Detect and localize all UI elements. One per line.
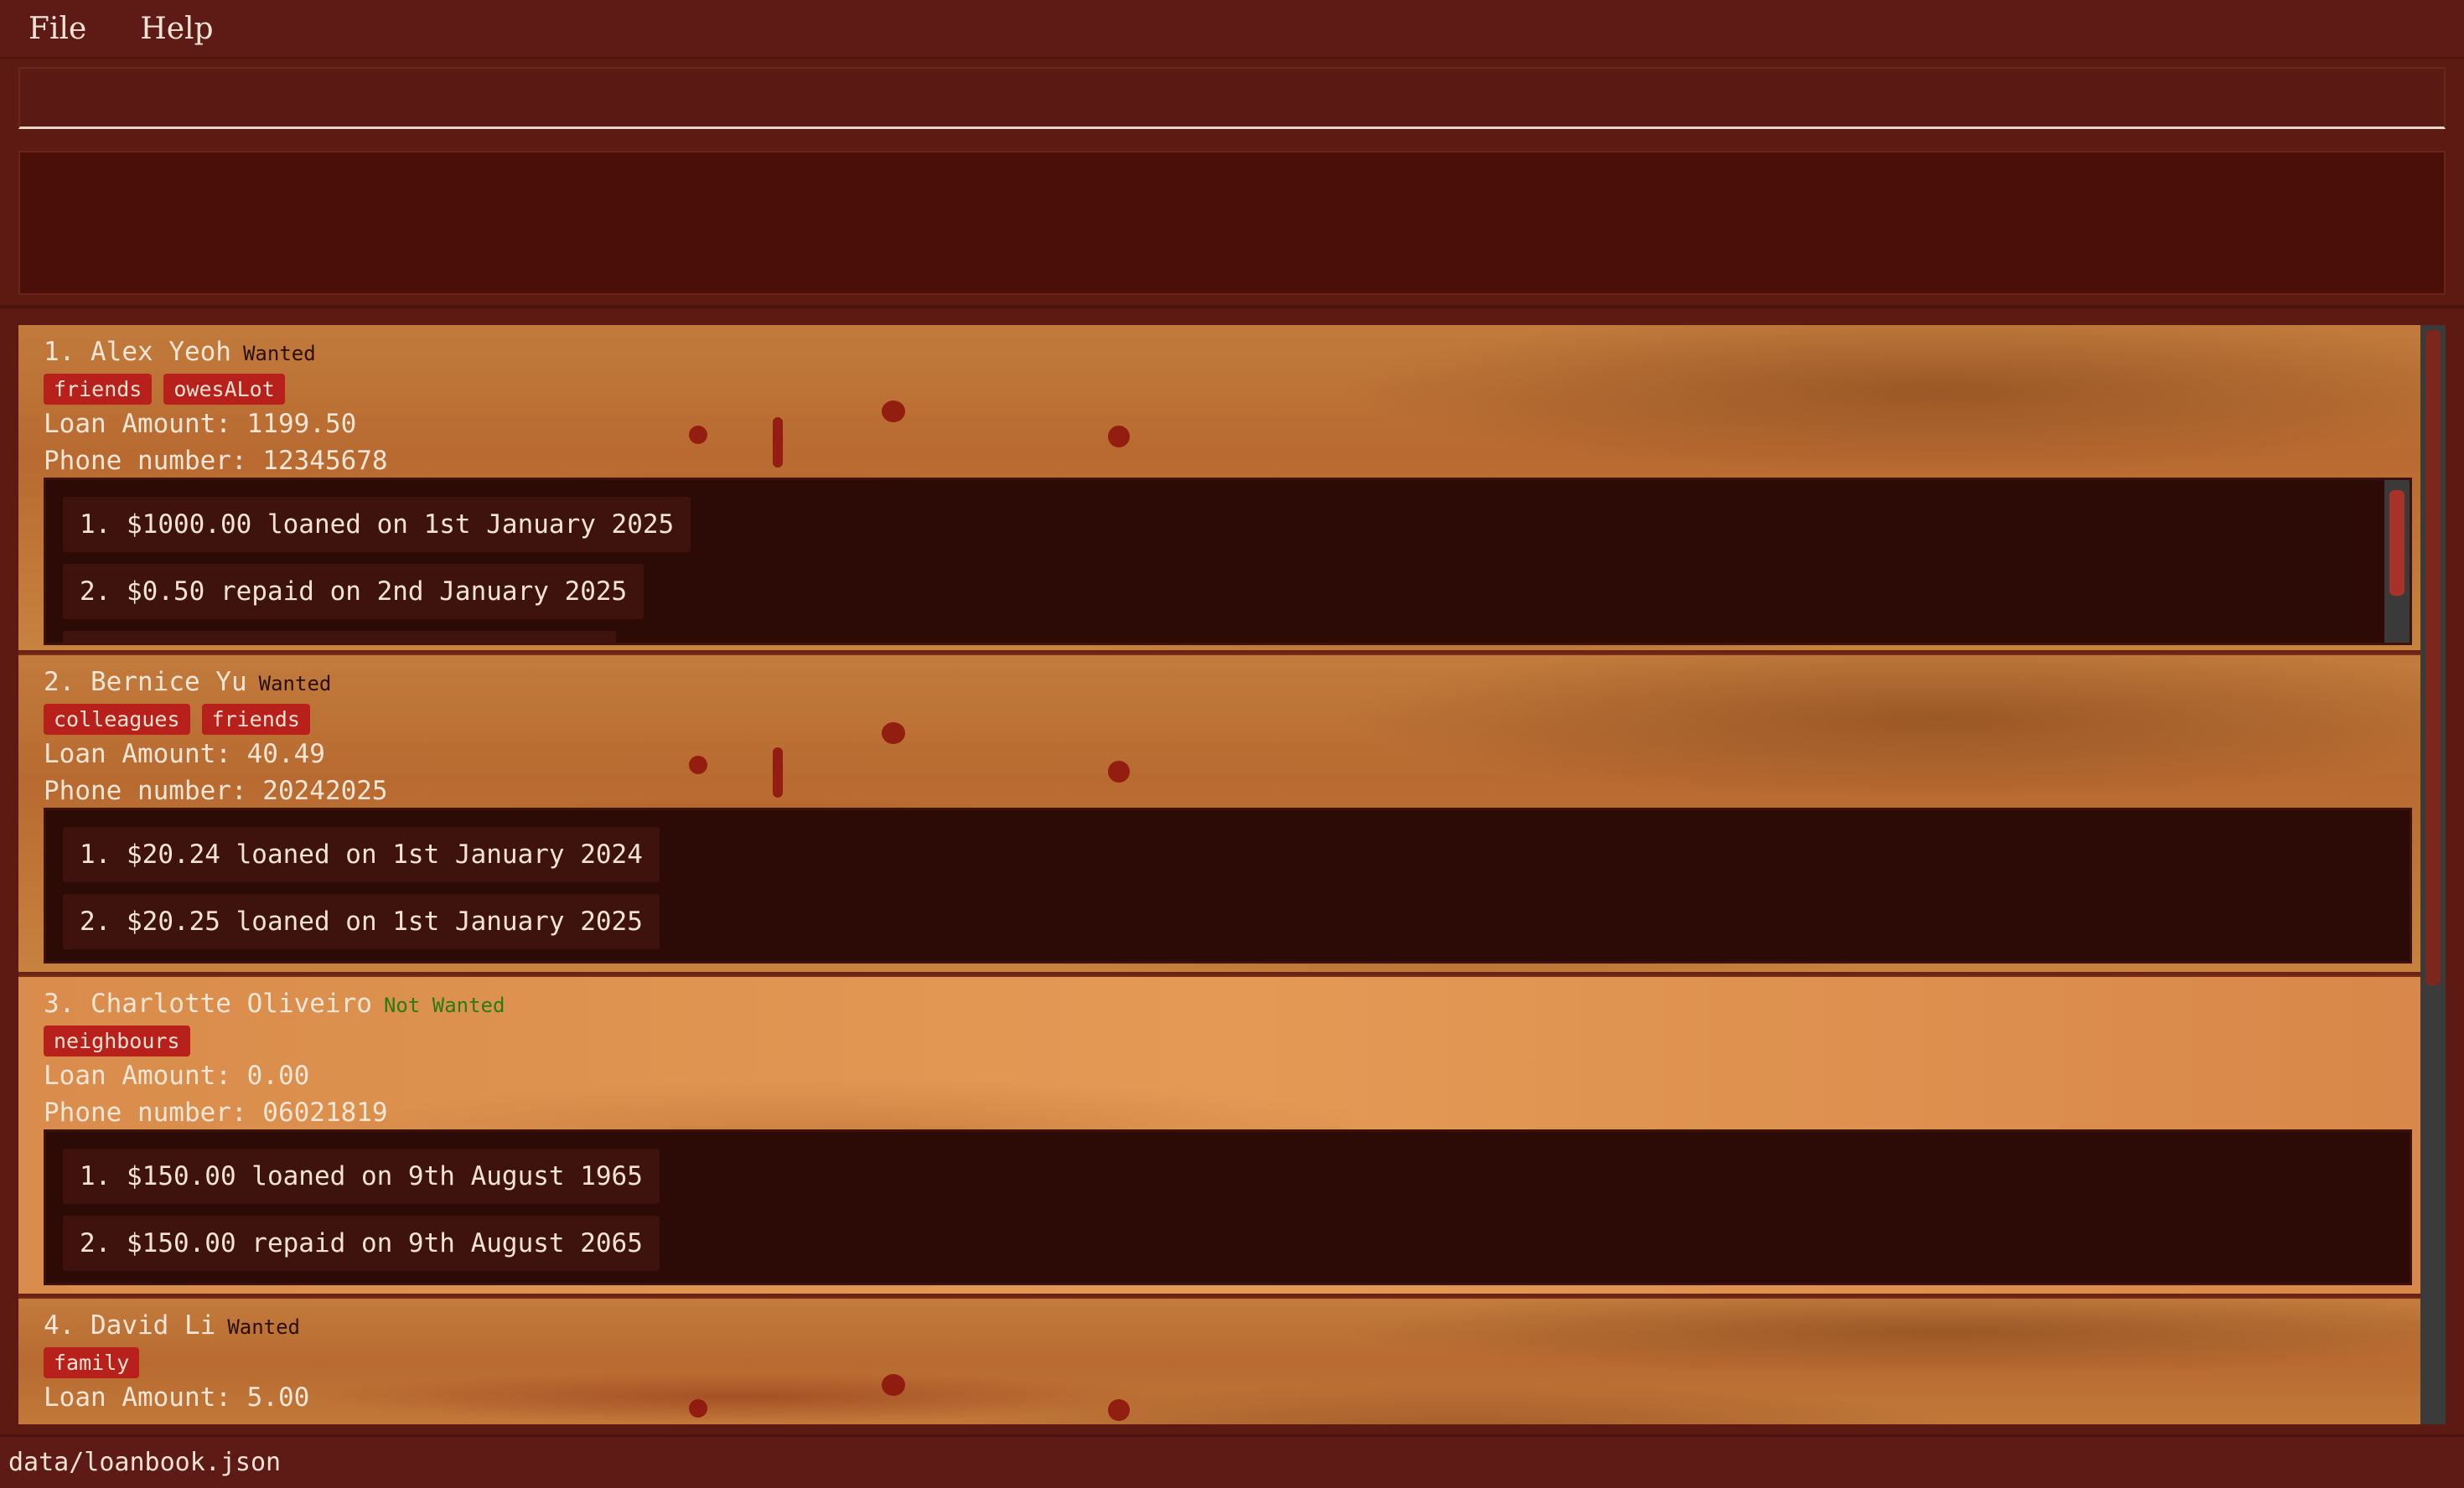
loan-history-list[interactable]: 1. $150.00 loaned on 9th August 1965 2. … — [44, 1129, 2412, 1285]
wanted-status: Wanted — [242, 342, 316, 365]
tag-list: family — [44, 1347, 151, 1378]
person-name-line: 2. Bernice Yu Wanted — [44, 667, 331, 697]
loan-entry: 2. $20.25 loaned on 1st January 2025 — [63, 894, 660, 949]
person-name: Charlotte Oliveiro — [91, 989, 372, 1019]
person-card[interactable]: 4. David Li Wanted family Loan Amount: 5.… — [18, 1299, 2420, 1424]
person-name-line: 1. Alex Yeoh Wanted — [44, 337, 316, 367]
loan-entry: 1. $1000.00 loaned on 1st January 2025 — [63, 497, 691, 552]
loan-entry: 1. $150.00 loaned on 9th August 1965 — [63, 1149, 660, 1204]
phone-number: Phone number: 12345678 — [44, 446, 388, 476]
loan-entry: 2. $0.50 repaid on 2nd January 2025 — [63, 564, 644, 619]
loan-amount: Loan Amount: 1199.50 — [44, 409, 357, 439]
tag: friends — [44, 374, 153, 405]
loan-amount: Loan Amount: 0.00 — [44, 1061, 310, 1091]
not-wanted-status: Not Wanted — [383, 994, 505, 1017]
person-list-scroll-thumb[interactable] — [2425, 330, 2441, 985]
person-index: 3. — [44, 989, 75, 1019]
phone-number: Phone number: 20242025 — [44, 776, 388, 806]
tag-list: neighbours — [44, 1026, 202, 1057]
loan-amount: Loan Amount: 5.00 — [44, 1382, 310, 1413]
person-list[interactable]: 1. Alex Yeoh Wanted friends owesALot Loan… — [18, 325, 2420, 1424]
person-name: Alex Yeoh — [91, 337, 231, 367]
tag: family — [44, 1347, 140, 1378]
person-name-line: 4. David Li Wanted — [44, 1310, 300, 1341]
loan-history-list[interactable]: 1. $1000.00 loaned on 1st January 2025 2… — [44, 478, 2412, 645]
section-divider — [0, 305, 2464, 308]
person-name: Bernice Yu — [91, 667, 247, 697]
loan-amount: Loan Amount: 40.49 — [44, 739, 325, 769]
person-card[interactable]: 2. Bernice Yu Wanted colleagues friends L… — [18, 655, 2420, 975]
status-bar: data/loanbook.json — [0, 1434, 2464, 1488]
wanted-status: Wanted — [227, 1315, 301, 1339]
tag: colleagues — [44, 704, 190, 735]
menu-file[interactable]: File — [18, 8, 96, 49]
tag: owesALot — [163, 374, 285, 405]
person-name-line: 3. Charlotte Oliveiro Not Wanted — [44, 989, 505, 1019]
result-display — [18, 151, 2446, 295]
person-name: David Li — [91, 1310, 216, 1341]
phone-number: Phone number: 06021819 — [44, 1098, 388, 1128]
person-list-scrollbar[interactable] — [2420, 325, 2446, 1424]
person-index: 2. — [44, 667, 75, 697]
command-input[interactable] — [18, 67, 2446, 129]
loan-entry: 2. $150.00 repaid on 9th August 2065 — [63, 1216, 660, 1271]
loan-entry: 1. $20.24 loaned on 1st January 2024 — [63, 827, 660, 882]
tag-list: colleagues friends — [44, 704, 322, 735]
tag-list: friends owesALot — [44, 374, 297, 405]
loan-list-scrollbar[interactable] — [2384, 480, 2410, 643]
menu-help[interactable]: Help — [130, 8, 223, 49]
save-location: data/loanbook.json — [8, 1448, 282, 1477]
loan-list-scroll-thumb[interactable] — [2389, 490, 2404, 596]
tag: neighbours — [44, 1026, 190, 1057]
loan-entry-partial — [63, 631, 616, 643]
wanted-status: Wanted — [258, 672, 332, 695]
person-index: 1. — [44, 337, 75, 367]
menu-bar: File Help — [0, 0, 2464, 59]
person-card[interactable]: 3. Charlotte Oliveiro Not Wanted neighbou… — [18, 977, 2420, 1297]
tag: friends — [201, 704, 310, 735]
person-card[interactable]: 1. Alex Yeoh Wanted friends owesALot Loan… — [18, 325, 2420, 654]
loan-history-list[interactable]: 1. $20.24 loaned on 1st January 2024 2. … — [44, 808, 2412, 964]
person-index: 4. — [44, 1310, 75, 1341]
